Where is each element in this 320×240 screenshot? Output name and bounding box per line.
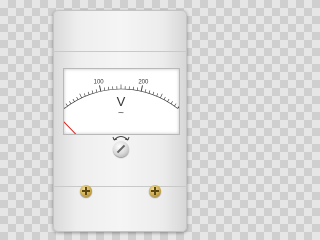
zero-adjust-screw-icon[interactable] bbox=[113, 141, 129, 157]
scale-tick bbox=[140, 85, 143, 92]
scale-tick bbox=[156, 93, 159, 97]
scale-tick bbox=[177, 106, 179, 109]
housing-seam-top bbox=[53, 51, 187, 52]
scale-tick bbox=[103, 87, 106, 91]
unit-label: V bbox=[117, 94, 126, 109]
scale-tick bbox=[76, 96, 79, 100]
scale-tick bbox=[79, 93, 82, 98]
scale-label-200: 200 bbox=[138, 79, 149, 85]
dial-scale: 0 100 200 300 V ~ bbox=[64, 79, 179, 134]
scale-tick bbox=[87, 91, 90, 95]
scale-tick bbox=[163, 96, 166, 100]
phillips-screw-icon bbox=[80, 185, 92, 197]
scale-tick bbox=[91, 90, 94, 94]
meter-dial-face: 0 100 200 300 V ~ bbox=[63, 68, 180, 135]
ac-symbol: ~ bbox=[118, 108, 125, 117]
scale-tick bbox=[152, 91, 155, 95]
scale-tick bbox=[170, 101, 173, 104]
housing-seam-bottom bbox=[53, 186, 187, 187]
scale-tick bbox=[136, 87, 139, 91]
phillips-screw-icon bbox=[149, 185, 161, 197]
meter-needle bbox=[64, 121, 77, 134]
scale-tick bbox=[174, 103, 177, 107]
scale-tick bbox=[167, 98, 170, 102]
scale-tick bbox=[65, 103, 68, 107]
scale-tick bbox=[83, 93, 86, 97]
scale-tick bbox=[148, 90, 151, 94]
scale-tick bbox=[99, 85, 102, 92]
scale-tick bbox=[95, 89, 98, 93]
scale-tick bbox=[160, 93, 163, 98]
scale-tick bbox=[69, 101, 72, 104]
scale-tick bbox=[144, 89, 147, 93]
scale-label-100: 100 bbox=[94, 79, 105, 85]
scale-tick bbox=[72, 98, 75, 102]
